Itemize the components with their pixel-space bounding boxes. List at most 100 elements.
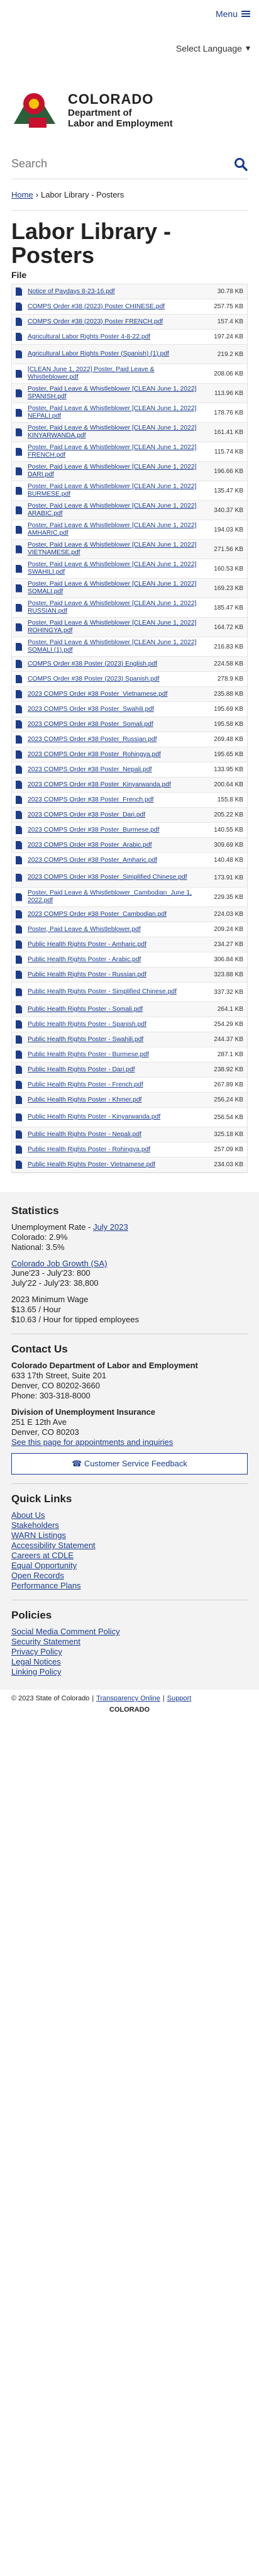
file-link[interactable]: 2023 COMPS Order #38 Poster_Russian.pdf xyxy=(28,736,207,744)
file-link[interactable]: COMPS Order #38 Poster (2023) English.pd… xyxy=(28,661,207,668)
file-link[interactable]: Public Health Rights Poster- Vietnamese.… xyxy=(28,1161,207,1169)
file-link[interactable]: Poster, Paid Leave & Whistleblower [CLEA… xyxy=(28,620,207,635)
footer-link[interactable]: WARN Listings xyxy=(11,1531,248,1541)
footer-link[interactable]: Accessibility Statement xyxy=(11,1541,248,1551)
file-link[interactable]: Public Health Rights Poster - Spanish.pd… xyxy=(28,1021,207,1029)
file-link[interactable]: [CLEAN June 1, 2022] Poster, Paid Leave … xyxy=(28,366,207,381)
file-row: Public Health Rights Poster - Burmese.pd… xyxy=(12,1047,247,1062)
file-link[interactable]: Poster, Paid Leave & Whistleblower [CLEA… xyxy=(28,464,207,479)
site-logo[interactable]: COLORADO Department of Labor and Employm… xyxy=(0,39,259,149)
search-icon[interactable] xyxy=(234,157,248,171)
file-list: Notice of Paydays 8-23-16.pdf 30.78 KB COM… xyxy=(11,284,248,1173)
file-link[interactable]: 2023 COMPS Order #38 Poster_Somali.pdf xyxy=(28,721,207,728)
file-link[interactable]: Public Health Rights Poster - Nepali.pdf xyxy=(28,1131,207,1139)
footer-link[interactable]: Legal Notices xyxy=(11,1657,248,1667)
file-link[interactable]: Poster, Paid Leave & Whistleblower.pdf xyxy=(28,926,207,934)
file-link[interactable]: COMPS Order #38 Poster (2023) Spanish.pd… xyxy=(28,676,207,683)
file-size: 173.91 KB xyxy=(214,874,243,881)
file-link[interactable]: 2023 COMPS Order #38 Poster_Arabic.pdf xyxy=(28,842,207,849)
file-link[interactable]: Public Health Rights Poster - Amharic.pd… xyxy=(28,941,207,949)
menu-button[interactable]: Menu xyxy=(216,9,250,19)
file-link[interactable]: 2023 COMPS Order #38 Poster_Dari.pdf xyxy=(28,811,207,819)
file-row: Poster, Paid Leave & Whistleblower [CLEA… xyxy=(12,579,247,598)
file-link[interactable]: Public Health Rights Poster - Khmer.pdf xyxy=(28,1096,207,1104)
file-pdf-icon xyxy=(16,350,22,359)
chevron-down-icon: ▾ xyxy=(245,43,250,53)
file-link[interactable]: Poster, Paid Leave & Whistleblower [CLEA… xyxy=(28,444,207,459)
file-link[interactable]: Poster, Paid Leave & Whistleblower [CLEA… xyxy=(28,522,207,537)
file-size: 267.89 KB xyxy=(214,1081,243,1088)
file-link[interactable]: 2023 COMPS Order #38 Poster_Swahili.pdf xyxy=(28,706,207,713)
footer-link[interactable]: Open Records xyxy=(11,1571,248,1581)
file-link[interactable]: Public Health Rights Poster - French.pdf xyxy=(28,1081,207,1089)
breadcrumb: Home › Labor Library - Posters xyxy=(11,179,248,211)
feedback-button[interactable]: ☎ Customer Service Feedback xyxy=(11,1453,248,1475)
file-link[interactable]: Poster, Paid Leave & Whistleblower [CLEA… xyxy=(28,581,207,596)
file-link[interactable]: Poster, Paid Leave & Whistleblower_Cambo… xyxy=(28,889,207,905)
top-bar: Menu Select Language ▾ xyxy=(0,0,259,53)
file-link[interactable]: Poster, Paid Leave & Whistleblower [CLEA… xyxy=(28,639,207,654)
file-link[interactable]: 2023 COMPS Order #38 Poster_Burmese.pdf xyxy=(28,827,207,834)
contact-org: Colorado Department of Labor and Employm… xyxy=(11,1361,198,1370)
file-link[interactable]: Poster, Paid Leave & Whistleblower [CLEA… xyxy=(28,503,207,518)
footer-link[interactable]: Social Media Comment Policy xyxy=(11,1627,248,1637)
unemployment-link[interactable]: July 2023 xyxy=(93,1222,128,1232)
file-link[interactable]: Public Health Rights Poster - Dari.pdf xyxy=(28,1066,207,1074)
file-link[interactable]: Poster, Paid Leave & Whistleblower [CLEA… xyxy=(28,600,207,615)
file-link[interactable]: Agricultural Labor Rights Poster 4-8-22.… xyxy=(28,333,207,341)
file-row: 2023 COMPS Order #38 Poster_Somali.pdf 19… xyxy=(12,717,247,732)
file-pdf-icon xyxy=(16,1005,22,1013)
file-link[interactable]: Poster, Paid Leave & Whistleblower [CLEA… xyxy=(28,425,207,440)
file-pdf-icon xyxy=(16,660,22,668)
file-link[interactable]: Public Health Rights Poster - Rohingya.p… xyxy=(28,1146,207,1154)
file-row: Public Health Rights Poster - Russian.pd… xyxy=(12,967,247,983)
footer-link[interactable]: About Us xyxy=(11,1510,248,1520)
file-link[interactable]: Poster, Paid Leave & Whistleblower [CLEA… xyxy=(28,386,207,401)
footer-link[interactable]: Equal Opportunity xyxy=(11,1561,248,1571)
appointments-link[interactable]: See this page for appointments and inqui… xyxy=(11,1437,173,1447)
search-input[interactable] xyxy=(11,157,200,170)
file-pdf-icon xyxy=(16,545,22,554)
file-pdf-icon xyxy=(16,1096,22,1104)
file-link[interactable]: 2023 COMPS Order #38 Poster_Cambodian.pd… xyxy=(28,911,207,918)
support-link[interactable]: Support xyxy=(167,1695,192,1702)
breadcrumb-home[interactable]: Home xyxy=(11,190,33,199)
file-link[interactable]: 2023 COMPS Order #38 Poster_Kinyarwanda.… xyxy=(28,781,207,789)
file-link[interactable]: 2023 COMPS Order #38 Poster_Amharic.pdf xyxy=(28,857,207,864)
file-link[interactable]: 2023 COMPS Order #38 Poster_Simplified C… xyxy=(28,874,207,881)
footer-link[interactable]: Stakeholders xyxy=(11,1520,248,1531)
footer-link[interactable]: Performance Plans xyxy=(11,1581,248,1591)
file-link[interactable]: Public Health Rights Poster - Russian.pd… xyxy=(28,971,207,979)
file-link[interactable]: Public Health Rights Poster - Kinyarwand… xyxy=(28,1113,207,1121)
file-link[interactable]: Public Health Rights Poster - Swahili.pd… xyxy=(28,1036,207,1044)
footer-link[interactable]: Linking Policy xyxy=(11,1667,248,1677)
file-pdf-icon xyxy=(16,447,22,456)
file-link[interactable]: 2023 COMPS Order #38 Poster_French.pdf xyxy=(28,796,207,804)
transparency-link[interactable]: Transparency Online xyxy=(96,1695,160,1702)
file-link[interactable]: COMPS Order #38 (2023) Poster CHINESE.pd… xyxy=(28,303,207,311)
job-growth-link[interactable]: Colorado Job Growth (SA) xyxy=(11,1259,107,1268)
file-row: Poster, Paid Leave & Whistleblower [CLEA… xyxy=(12,520,247,540)
file-link[interactable]: COMPS Order #38 (2023) Poster FRENCH.pdf xyxy=(28,318,207,326)
file-link[interactable]: Public Health Rights Poster - Burmese.pd… xyxy=(28,1051,207,1059)
file-link[interactable]: 2023 COMPS Order #38 Poster_Vietnamese.p… xyxy=(28,691,207,698)
file-link[interactable]: Public Health Rights Poster - Arabic.pdf xyxy=(28,956,207,964)
file-link[interactable]: 2023 COMPS Order #38 Poster_Rohingya.pdf xyxy=(28,751,207,759)
file-pdf-icon xyxy=(16,506,22,515)
footer-link[interactable]: Careers at CDLE xyxy=(11,1551,248,1561)
file-link[interactable]: Public Health Rights Poster - Simplified… xyxy=(28,988,207,996)
file-link[interactable]: Poster, Paid Leave & Whistleblower [CLEA… xyxy=(28,542,207,557)
file-pdf-icon xyxy=(16,408,22,417)
file-row: Poster, Paid Leave & Whistleblower_Cambo… xyxy=(12,888,247,907)
file-link[interactable]: 2023 COMPS Order #38 Poster_Nepali.pdf xyxy=(28,766,207,774)
footer-logo: COLORADO xyxy=(109,1706,150,1714)
file-link[interactable]: Poster, Paid Leave & Whistleblower [CLEA… xyxy=(28,561,207,576)
file-link[interactable]: Agricultural Labor Rights Poster (Spanis… xyxy=(28,350,207,358)
language-select[interactable]: Select Language ▾ xyxy=(176,43,250,53)
footer-link[interactable]: Privacy Policy xyxy=(11,1647,248,1657)
file-link[interactable]: Poster, Paid Leave & Whistleblower [CLEA… xyxy=(28,483,207,498)
file-link[interactable]: Poster, Paid Leave & Whistleblower [CLEA… xyxy=(28,405,207,420)
footer-link[interactable]: Security Statement xyxy=(11,1637,248,1647)
file-link[interactable]: Public Health Rights Poster - Somali.pdf xyxy=(28,1006,207,1013)
file-link[interactable]: Notice of Paydays 8-23-16.pdf xyxy=(28,288,207,296)
